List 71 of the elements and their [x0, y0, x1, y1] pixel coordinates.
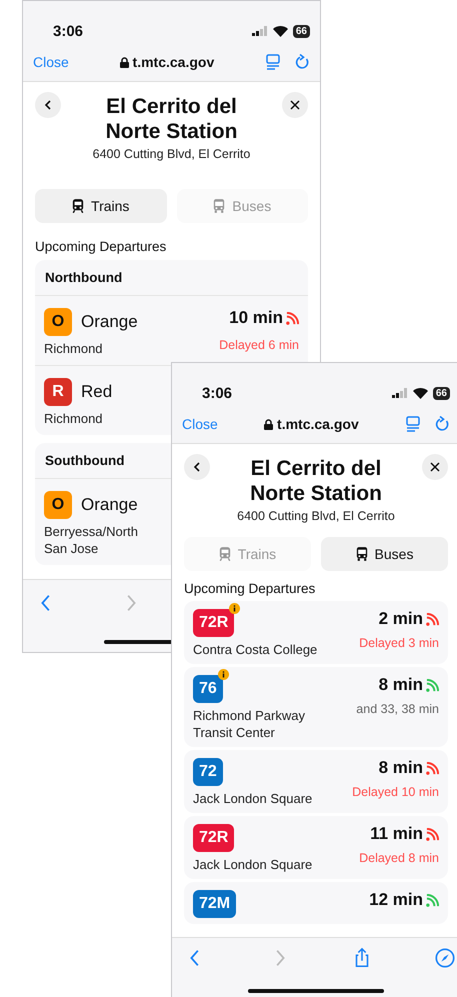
- departure-card[interactable]: 72 Jack London Square 8 min Delayed 10 min: [184, 750, 448, 813]
- route-badge: R: [44, 378, 72, 406]
- close-button[interactable]: [282, 92, 308, 118]
- destination: Jack London Square: [193, 856, 312, 873]
- destination: Richmond: [44, 410, 104, 427]
- station-name: El Cerrito del Norte Station: [104, 94, 238, 144]
- wifi-icon: [412, 388, 428, 398]
- destination: Contra Costa College: [193, 641, 318, 658]
- signal-icon: [392, 388, 408, 398]
- destination: Berryessa/North San Jose: [44, 523, 139, 557]
- destination: Richmond: [44, 340, 104, 357]
- departure-time: 10 min: [229, 308, 283, 328]
- close-icon: [290, 100, 300, 110]
- station-address: 6400 Cutting Blvd, El Cerrito: [236, 509, 396, 523]
- mode-tab[interactable]: Buses: [321, 537, 448, 571]
- section-title: Upcoming Departures: [184, 581, 316, 596]
- chevron-left-icon: [193, 462, 201, 472]
- back-button[interactable]: [184, 454, 210, 480]
- page-url: t.mtc.ca.gov: [277, 416, 359, 432]
- bus-icon: [356, 547, 368, 561]
- close-button[interactable]: [422, 454, 448, 480]
- departure-time: 11 min: [370, 824, 423, 844]
- next-times: and 33, 38 min: [356, 702, 439, 716]
- departure-time: 2 min: [378, 609, 423, 629]
- departure-time: 8 min: [378, 758, 423, 778]
- reload-icon[interactable]: [435, 416, 450, 432]
- lock-icon: [120, 56, 129, 68]
- back-button[interactable]: [35, 92, 61, 118]
- reader-icon[interactable]: [405, 416, 421, 432]
- route-badge: 76: [193, 675, 223, 703]
- section-title: Upcoming Departures: [35, 239, 168, 254]
- close-icon: [430, 462, 440, 472]
- train-icon: [218, 547, 231, 561]
- line-name: Orange: [81, 495, 138, 515]
- route-badge: O: [44, 491, 72, 519]
- chevron-left-icon: [44, 100, 52, 110]
- direction-title: Northbound: [35, 260, 308, 296]
- delay-note: Delayed 6 min: [219, 338, 299, 352]
- delay-note: Delayed 3 min: [359, 636, 439, 650]
- delay-note: Delayed 8 min: [359, 851, 439, 865]
- reader-icon[interactable]: [265, 54, 281, 70]
- battery-level: 66: [292, 24, 310, 38]
- station-address: 6400 Cutting Blvd, El Cerrito: [92, 147, 252, 161]
- train-icon: [72, 199, 84, 213]
- line-name: Orange: [81, 312, 138, 332]
- departure-card[interactable]: 72M 12 min: [184, 882, 448, 924]
- route-badge: O: [44, 308, 72, 336]
- destination: Jack London Square: [193, 790, 312, 807]
- departure-card[interactable]: 72R Jack London Square 11 min Delayed 8 min: [184, 816, 448, 879]
- reload-icon[interactable]: [295, 54, 310, 70]
- departure-time: 12 min: [369, 890, 423, 910]
- signal-icon: [252, 26, 268, 36]
- compass-icon[interactable]: [434, 947, 456, 969]
- route-badge: 72M: [193, 890, 236, 918]
- mode-tab[interactable]: Trains: [35, 189, 166, 223]
- route-badge: 72R: [193, 824, 234, 852]
- departure-card[interactable]: 76 Richmond Parkway Transit Center 8 min and 33, 38 min: [184, 667, 448, 747]
- destination: Richmond Parkway Transit Center: [193, 707, 306, 741]
- delay-note: Delayed 10 min: [352, 785, 439, 799]
- page-url: t.mtc.ca.gov: [132, 54, 214, 70]
- departure-card[interactable]: 72R Contra Costa College 2 min Delayed 3 min: [184, 601, 448, 664]
- status-time: 3:06: [53, 22, 84, 40]
- route-badge: 72: [193, 758, 223, 786]
- bus-icon: [213, 199, 226, 213]
- status-time: 3:06: [202, 384, 232, 402]
- line-name: Red: [81, 382, 112, 402]
- lock-icon: [264, 418, 274, 430]
- wifi-icon: [272, 26, 288, 36]
- battery-level: 66: [432, 386, 450, 400]
- route-badge: 72R: [193, 609, 234, 637]
- departure-time: 8 min: [378, 675, 423, 695]
